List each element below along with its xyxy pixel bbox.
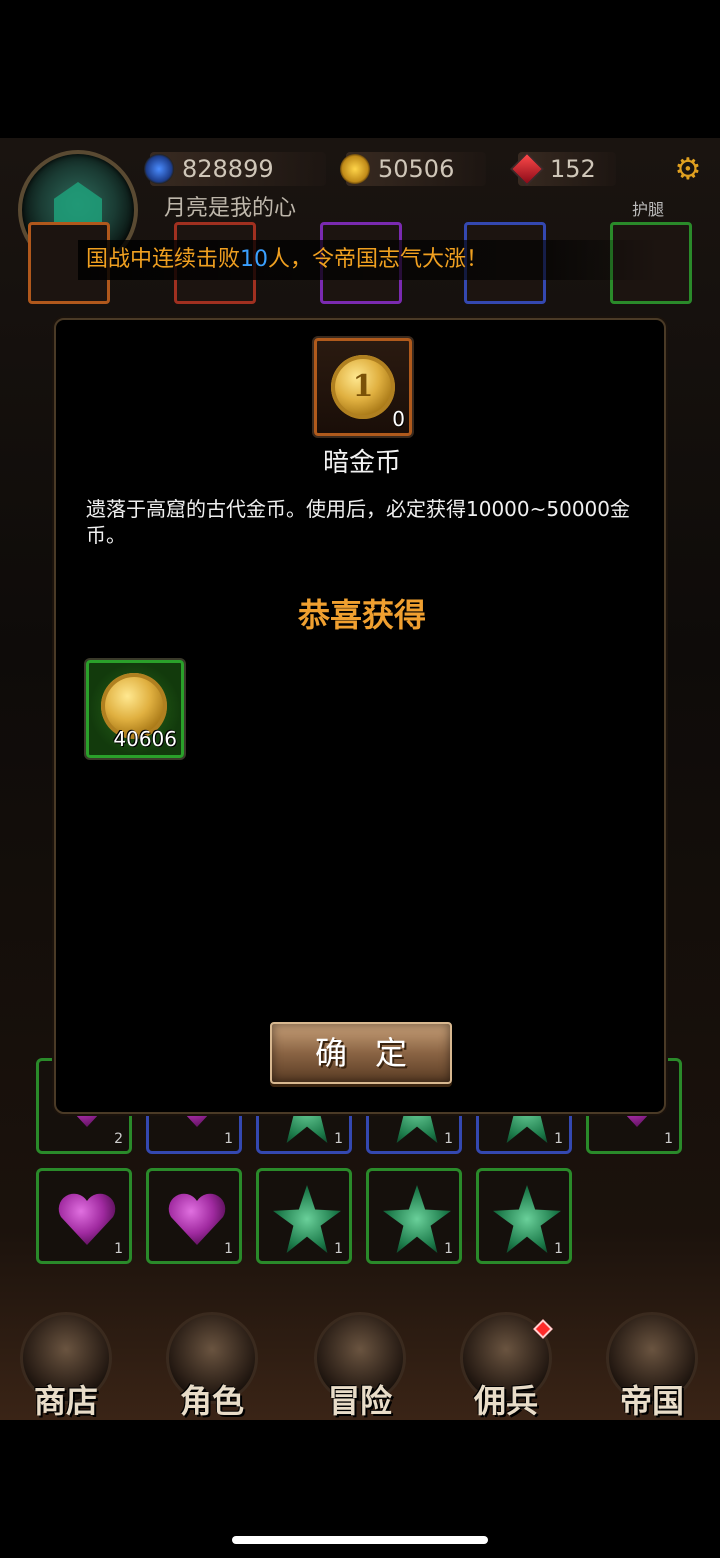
slot-label-leggings: 护腿 xyxy=(632,200,665,219)
item-quantity: 0 xyxy=(392,407,405,431)
inventory-slot[interactable]: 1 xyxy=(476,1168,572,1264)
item-count: 1 xyxy=(554,1131,563,1147)
inventory-slot[interactable]: 1 xyxy=(256,1168,352,1264)
reward-slot-gold[interactable]: 40606 xyxy=(86,660,184,758)
nav-adventure[interactable]: 冒险 xyxy=(310,1306,410,1420)
heart-gem-icon xyxy=(167,1193,227,1245)
home-indicator[interactable] xyxy=(232,1536,488,1544)
dark-gold-coin-icon: 1 xyxy=(331,355,395,419)
inventory-slot[interactable]: 1 xyxy=(146,1168,242,1264)
marquee-suffix: 人，令帝国志气大涨！ xyxy=(268,247,489,272)
item-count: 1 xyxy=(664,1131,673,1147)
marquee-prefix: 国战中连续击败 xyxy=(86,247,241,272)
star-crystal-icon xyxy=(493,1185,561,1253)
star-crystal-icon xyxy=(383,1185,451,1253)
star-crystal-icon xyxy=(273,1185,341,1253)
gold-counter: 50506 xyxy=(340,152,486,186)
confirm-button-label: 确定 xyxy=(314,1034,435,1072)
marquee-highlight: 10 xyxy=(240,247,269,272)
nav-empire[interactable]: 帝国 xyxy=(602,1306,702,1420)
item-count: 1 xyxy=(444,1241,453,1257)
item-count: 1 xyxy=(114,1241,123,1257)
item-count: 1 xyxy=(554,1241,563,1257)
item-count: 1 xyxy=(444,1131,453,1147)
confirm-button[interactable]: 确定 xyxy=(270,1022,452,1084)
item-slot-dark-gold-coin: 1 0 xyxy=(314,338,412,436)
item-count: 2 xyxy=(114,1131,123,1147)
congrats-title: 恭喜获得 xyxy=(297,596,426,634)
nav-shop-label: 商店 xyxy=(33,1382,98,1420)
item-count: 1 xyxy=(224,1241,233,1257)
inventory-slot[interactable]: 1 xyxy=(366,1168,462,1264)
item-name: 暗金币 xyxy=(322,448,401,478)
reward-quantity: 40606 xyxy=(113,727,177,751)
nav-character-label: 角色 xyxy=(179,1382,244,1420)
announcement-marquee: 国战中连续击败10人，令帝国志气大涨！ xyxy=(78,240,658,280)
nav-mercenary[interactable]: 佣兵 xyxy=(456,1306,556,1420)
nav-character[interactable]: 角色 xyxy=(162,1306,262,1420)
gold-value: 50506 xyxy=(378,155,455,183)
gem-value: 152 xyxy=(550,155,596,183)
nav-mercenary-label: 佣兵 xyxy=(473,1382,538,1420)
gold-coin-icon xyxy=(340,154,370,184)
nav-adventure-label: 冒险 xyxy=(327,1382,392,1420)
item-count: 1 xyxy=(334,1241,343,1257)
item-count: 1 xyxy=(224,1131,233,1147)
reward-dialog: 1 0 暗金币 遗落于高窟的古代金币。使用后，必定获得10000~50000金币… xyxy=(54,318,666,1114)
settings-gear-icon[interactable]: ⚙ xyxy=(672,154,704,186)
power-value: 828899 xyxy=(182,155,274,183)
inventory-slot[interactable]: 1 xyxy=(36,1168,132,1264)
heart-gem-icon xyxy=(57,1193,117,1245)
power-counter: 828899 xyxy=(144,152,326,186)
nav-empire-label: 帝国 xyxy=(619,1382,684,1420)
item-description: 遗落于高窟的古代金币。使用后，必定获得10000~50000金币。 xyxy=(86,497,631,547)
item-count: 1 xyxy=(334,1131,343,1147)
gem-counter: 152 xyxy=(510,152,616,186)
power-icon xyxy=(144,154,174,184)
player-nickname: 月亮是我的心 xyxy=(164,196,297,221)
nav-shop[interactable]: 商店 xyxy=(16,1306,116,1420)
